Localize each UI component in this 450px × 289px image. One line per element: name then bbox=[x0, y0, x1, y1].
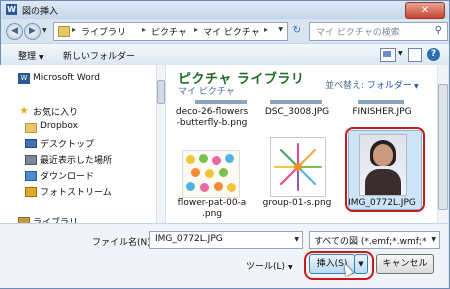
chevron-right-icon[interactable]: ▸ bbox=[72, 25, 76, 34]
chevron-right-icon[interactable]: ▸ bbox=[194, 25, 198, 34]
file-item-deco-26-flowers-butterfly[interactable]: deco-26-flowers -butterfly-b.png bbox=[172, 107, 252, 129]
star-icon: ★ bbox=[19, 104, 29, 117]
flower-shape bbox=[191, 168, 200, 177]
help-icon[interactable]: ? bbox=[427, 48, 440, 61]
flower-shape bbox=[186, 155, 195, 164]
sidebar-item-photostream[interactable]: フォトストリーム bbox=[40, 185, 112, 198]
sidebar-item-microsoft-word[interactable]: Microsoft Word bbox=[33, 73, 100, 83]
back-arrow-icon[interactable]: ◀ bbox=[6, 23, 23, 40]
folder-icon bbox=[25, 123, 37, 133]
folder-icon bbox=[58, 26, 70, 37]
navigation-pane: W Microsoft Word ★ お気に入り Dropbox デスクトップ … bbox=[0, 65, 166, 228]
arrange-label: 並べ替え: bbox=[325, 81, 365, 91]
filename-input[interactable]: IMG_0772L.JPG ▼ bbox=[149, 231, 303, 249]
navigation-scrollbar-thumb[interactable] bbox=[157, 80, 165, 104]
chevron-down-icon[interactable]: ▼ bbox=[278, 26, 283, 33]
file-list-scrollbar-thumb[interactable] bbox=[438, 84, 448, 210]
title-bar: W 図の挿入 ✕ bbox=[1, 1, 449, 19]
thumbnail-edge bbox=[195, 100, 247, 104]
breadcrumb-libraries[interactable]: ライブラリ bbox=[81, 25, 126, 38]
flower-shape bbox=[199, 154, 208, 163]
file-type-select[interactable]: すべての図 (*.emf;*.wmf;*.j ▼ bbox=[309, 231, 440, 249]
file-item-flower-pat-00-a[interactable]: flower-pat-00-a .png bbox=[172, 198, 252, 220]
sidebar-item-downloads[interactable]: ダウンロード bbox=[40, 169, 94, 182]
chevron-right-icon[interactable]: ▸ bbox=[142, 25, 146, 34]
downloads-icon bbox=[25, 171, 37, 181]
sidebar-item-recent-places[interactable]: 最近表示した場所 bbox=[40, 153, 112, 166]
search-input[interactable]: マイ ピクチャの検索 ⚲ bbox=[309, 22, 448, 41]
flower-shape bbox=[225, 154, 234, 163]
filename-label: ファイル名(N): bbox=[92, 238, 154, 248]
file-item-finisher[interactable]: FINISHER.JPG bbox=[342, 107, 422, 118]
sidebar-item-favorites[interactable]: お気に入り bbox=[33, 105, 78, 118]
arrange-by[interactable]: 並べ替え: フォルダー ▼ bbox=[325, 78, 419, 91]
forward-arrow-icon[interactable]: ▶ bbox=[24, 23, 41, 40]
chevron-down-icon: ▼ bbox=[39, 54, 44, 61]
close-button[interactable]: ✕ bbox=[405, 2, 445, 19]
flower-shape bbox=[205, 169, 214, 178]
navigation-bar: ◀ ▶ ▼ ▸ ライブラリ ▸ ピクチャ ▸ マイ ピクチャ ▸ ▼ ↻ マイ … bbox=[1, 19, 449, 43]
recent-places-icon bbox=[25, 155, 37, 165]
refresh-button[interactable]: ↻ bbox=[289, 23, 305, 39]
tools-label: ツール(L) bbox=[246, 262, 286, 272]
library-subtitle: マイ ピクチャ bbox=[178, 87, 235, 97]
sidebar-item-desktop[interactable]: デスクトップ bbox=[40, 137, 94, 150]
flower-pattern-thumbnail[interactable] bbox=[182, 150, 240, 198]
preview-pane-icon[interactable] bbox=[408, 48, 422, 62]
filename-value: IMG_0772L.JPG bbox=[155, 234, 223, 244]
photostream-icon bbox=[25, 187, 37, 197]
file-item-group-01-s[interactable]: group-01-s.png bbox=[257, 198, 337, 209]
desktop-icon bbox=[25, 139, 37, 148]
flower-shape bbox=[214, 182, 223, 191]
flower-shape bbox=[219, 168, 228, 177]
word-icon: W bbox=[18, 73, 30, 84]
file-item-img-0772l[interactable]: IMG_0772L.JPG bbox=[342, 198, 422, 209]
arrange-value[interactable]: フォルダー bbox=[367, 81, 412, 91]
chevron-down-icon[interactable]: ▼ bbox=[294, 236, 299, 243]
color-burst-graphic bbox=[274, 143, 322, 191]
organize-menu[interactable]: 整理 ▼ bbox=[18, 49, 44, 62]
sidebar-item-dropbox[interactable]: Dropbox bbox=[40, 121, 78, 131]
recent-locations-dropdown[interactable]: ▼ bbox=[42, 27, 47, 34]
cancel-button[interactable]: キャンセル bbox=[376, 254, 434, 274]
flower-shape bbox=[212, 156, 221, 165]
group-burst-thumbnail[interactable] bbox=[270, 137, 326, 197]
flower-shape bbox=[186, 182, 195, 191]
dialog-title: 図の挿入 bbox=[22, 7, 59, 17]
search-icon[interactable]: ⚲ bbox=[435, 25, 442, 36]
command-bar: 整理 ▼ 新しいフォルダー ▼ ? bbox=[1, 43, 449, 67]
breadcrumb-pictures[interactable]: ピクチャ bbox=[151, 25, 187, 38]
highlight-ring bbox=[304, 251, 374, 280]
file-type-value: すべての図 (*.emf;*.wmf;*.j bbox=[314, 237, 427, 247]
file-item-dsc-3008[interactable]: DSC_3008.JPG bbox=[257, 107, 337, 118]
tools-menu[interactable]: ツール(L) ▼ bbox=[246, 259, 293, 272]
breadcrumb-my-pictures[interactable]: マイ ピクチャ bbox=[203, 25, 260, 38]
change-view-icon[interactable] bbox=[380, 48, 396, 62]
organize-label: 整理 bbox=[18, 52, 37, 62]
chevron-down-icon: ▼ bbox=[288, 264, 293, 271]
chevron-down-icon[interactable]: ▼ bbox=[414, 83, 419, 90]
new-folder-button[interactable]: 新しいフォルダー bbox=[63, 49, 135, 62]
address-bar[interactable]: ▸ ライブラリ ▸ ピクチャ ▸ マイ ピクチャ ▸ ▼ bbox=[53, 22, 288, 41]
thumbnail-edge bbox=[270, 100, 322, 104]
search-placeholder: マイ ピクチャの検索 bbox=[316, 28, 400, 38]
word-app-icon: W bbox=[6, 4, 17, 15]
thumbnail-edge bbox=[358, 100, 404, 104]
flower-shape bbox=[227, 183, 236, 192]
chevron-down-icon[interactable]: ▼ bbox=[398, 50, 403, 57]
flower-shape bbox=[200, 183, 209, 192]
chevron-right-icon[interactable]: ▸ bbox=[264, 25, 268, 34]
chevron-down-icon[interactable]: ▼ bbox=[431, 236, 436, 243]
